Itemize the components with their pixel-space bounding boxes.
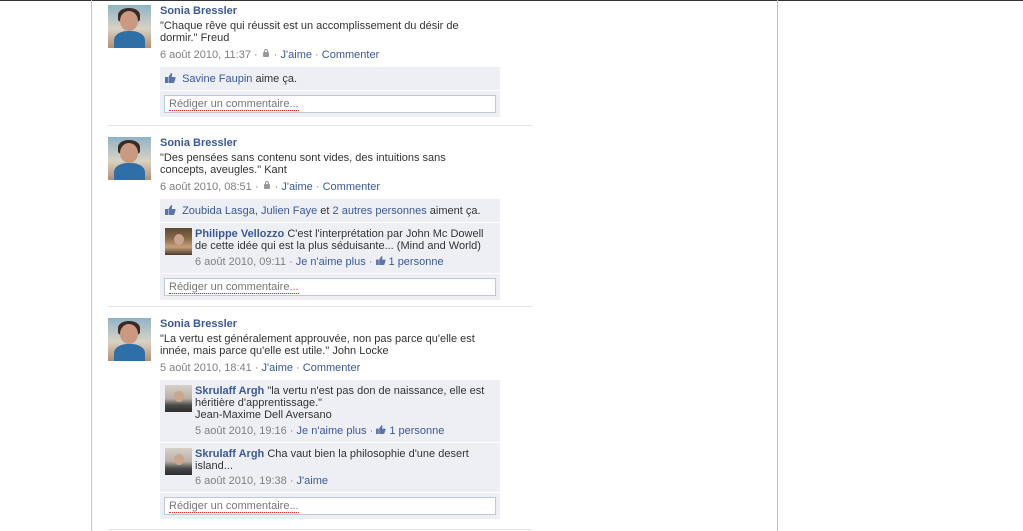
news-feed: Sonia Bressler "Chaque rêve qui réussit …	[108, 0, 532, 530]
likes-row: Zoubida Lasga, Julien Faye et 2 autres p…	[160, 199, 500, 222]
comment-like-count[interactable]: 1 personne	[389, 425, 444, 437]
story-meta: 6 août 2010, 08:51 · · J'aime · Commente…	[160, 181, 381, 193]
story-author[interactable]: Sonia Bressler	[160, 137, 237, 149]
story-author[interactable]: Sonia Bressler	[160, 5, 237, 17]
feedback-box: Savine Faupin aime ça. Rédiger un commen…	[160, 67, 500, 117]
lock-icon	[263, 181, 270, 189]
like-link[interactable]: J'aime	[297, 475, 328, 487]
likes-row: Savine Faupin aime ça.	[160, 67, 500, 90]
lock-icon	[262, 49, 269, 57]
commenter-avatar[interactable]	[165, 448, 192, 475]
comment-date: 6 août 2010, 09:11	[195, 256, 286, 268]
story-author[interactable]: Sonia Bressler	[160, 318, 237, 330]
like-link[interactable]: J'aime	[281, 181, 312, 193]
comment-meta: 5 août 2010, 19:16 · Je n'aime plus · 1 …	[195, 425, 445, 437]
comment-input[interactable]: Rédiger un commentaire...	[164, 95, 496, 113]
comment-meta: 6 août 2010, 19:38 · J'aime	[195, 475, 328, 487]
comment-input[interactable]: Rédiger un commentaire...	[164, 497, 496, 515]
comment-link[interactable]: Commenter	[322, 49, 379, 61]
thumbs-up-icon	[165, 73, 176, 83]
commenter-avatar[interactable]	[165, 385, 192, 412]
story-message: "Chaque rêve qui réussit est un accompli…	[160, 20, 459, 44]
comment: Skrulaff Argh "la vertu n'est pas don de…	[160, 380, 500, 442]
like-link[interactable]: J'aime	[262, 362, 293, 374]
comment: Philippe Vellozzo C'est l'interprétation…	[160, 223, 500, 273]
thumbs-up-icon	[375, 256, 386, 266]
comment-composer: Rédiger un commentaire...	[160, 274, 500, 300]
unlike-link[interactable]: Je n'aime plus	[297, 425, 367, 437]
comment-composer: Rédiger un commentaire...	[160, 91, 500, 117]
story-meta: 5 août 2010, 18:41 · J'aime · Commenter	[160, 362, 361, 374]
story-message: "Des pensées sans contenu sont vides, de…	[160, 152, 446, 176]
other-likers-link[interactable]: 2 autres personnes	[333, 205, 427, 217]
story-meta: 6 août 2010, 11:37 · · J'aime · Commente…	[160, 49, 380, 61]
thumbs-up-icon	[376, 425, 386, 435]
comment-composer: Rédiger un commentaire...	[160, 493, 500, 519]
left-column-border	[91, 0, 92, 531]
feed-story: Sonia Bressler "Chaque rêve qui réussit …	[108, 0, 532, 126]
avatar[interactable]	[108, 318, 151, 361]
comment-link[interactable]: Commenter	[303, 362, 360, 374]
feed-story: Sonia Bressler "Des pensées sans contenu…	[108, 126, 532, 307]
like-link[interactable]: J'aime	[281, 49, 312, 61]
comment-author[interactable]: Philippe Vellozzo	[195, 228, 284, 240]
unlike-link[interactable]: Je n'aime plus	[296, 256, 366, 268]
feedback-box: Zoubida Lasga, Julien Faye et 2 autres p…	[160, 199, 500, 300]
comment-date: 5 août 2010, 19:16	[195, 425, 287, 437]
comment: Skrulaff Argh Cha vaut bien la philosoph…	[160, 443, 500, 492]
comment-author[interactable]: Skrulaff Argh	[195, 448, 264, 460]
comment-meta: 6 août 2010, 09:11 · Je n'aime plus · 1 …	[195, 256, 444, 268]
story-message: "La vertu est généralement approuvée, no…	[160, 333, 475, 357]
avatar[interactable]	[108, 5, 151, 48]
story-date: 6 août 2010, 08:51	[160, 181, 252, 193]
likes-suffix: aime ça.	[255, 73, 298, 85]
comment-like-count[interactable]: 1 personne	[389, 256, 444, 268]
story-date: 5 août 2010, 18:41	[160, 362, 252, 374]
comment-input[interactable]: Rédiger un commentaire...	[164, 278, 496, 296]
avatar[interactable]	[108, 137, 151, 180]
comment-date: 6 août 2010, 19:38	[195, 475, 287, 487]
feed-story: Sonia Bressler "La vertu est généralemen…	[108, 307, 532, 530]
likes-suffix: aiment ça.	[429, 205, 481, 217]
thumbs-up-icon	[165, 205, 176, 215]
commenter-avatar[interactable]	[165, 228, 192, 255]
feedback-box: Skrulaff Argh "la vertu n'est pas don de…	[160, 380, 500, 519]
comment-author[interactable]: Skrulaff Argh	[195, 385, 264, 397]
liker-names[interactable]: Zoubida Lasga, Julien Faye	[182, 205, 317, 217]
right-column-border	[777, 0, 778, 531]
liker-name[interactable]: Savine Faupin	[182, 73, 252, 85]
comment-text-line2: Jean-Maxime Dell Aversano	[195, 409, 332, 421]
comment-link[interactable]: Commenter	[323, 181, 380, 193]
story-date: 6 août 2010, 11:37	[160, 49, 251, 61]
